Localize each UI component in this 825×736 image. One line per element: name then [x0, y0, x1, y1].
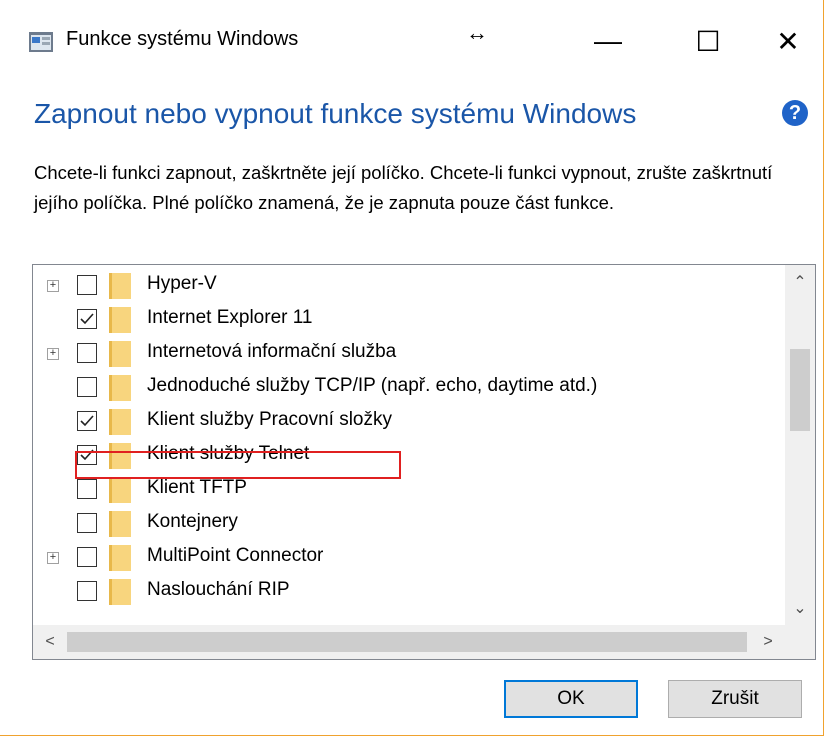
- feature-checkbox[interactable]: [77, 581, 97, 601]
- minimize-icon: —: [594, 25, 622, 56]
- ok-button[interactable]: OK: [504, 680, 638, 718]
- close-icon: ✕: [776, 25, 800, 57]
- folder-icon: [109, 545, 131, 571]
- feature-row[interactable]: Jednoduché služby TCP/IP (např. echo, da…: [33, 371, 785, 405]
- feature-checkbox[interactable]: [77, 513, 97, 533]
- feature-row[interactable]: Internet Explorer 11: [33, 303, 785, 337]
- horizontal-scroll-thumb[interactable]: [67, 632, 747, 652]
- feature-label: Klient služby Telnet: [147, 443, 310, 464]
- checkmark-icon: [80, 313, 94, 325]
- feature-row[interactable]: Klient služby Telnet: [33, 439, 785, 473]
- feature-label: Klient služby Pracovní složky: [147, 409, 392, 430]
- features-tree[interactable]: + Hyper-V Internet Explorer 11 + Internetová…: [32, 264, 816, 660]
- horizontal-scrollbar[interactable]: < >: [33, 625, 785, 659]
- feature-row[interactable]: Klient TFTP: [33, 473, 785, 507]
- resize-cursor-icon: ↔: [466, 20, 488, 45]
- feature-label: MultiPoint Connector: [147, 545, 324, 566]
- feature-label: Hyper-V: [147, 273, 217, 294]
- feature-label: Kontejnery: [147, 511, 238, 532]
- scroll-down-arrow-icon[interactable]: ⌄: [785, 591, 815, 625]
- checkmark-icon: [80, 415, 94, 427]
- close-button[interactable]: ✕: [758, 12, 818, 70]
- folder-icon: [109, 579, 131, 605]
- maximize-button[interactable]: ☐: [678, 12, 738, 70]
- feature-label: Internet Explorer 11: [147, 307, 313, 328]
- feature-row[interactable]: + MultiPoint Connector: [33, 541, 785, 575]
- folder-icon: [109, 341, 131, 367]
- feature-checkbox[interactable]: [77, 275, 97, 295]
- feature-row[interactable]: Kontejnery: [33, 507, 785, 541]
- description-text: Chcete-li funkci zapnout, zaškrtněte jej…: [34, 162, 773, 213]
- feature-checkbox[interactable]: [77, 309, 97, 329]
- scrollbar-corner: [785, 625, 815, 659]
- folder-icon: [109, 273, 131, 299]
- vertical-scrollbar[interactable]: ⌃ ⌄: [785, 265, 815, 625]
- feature-checkbox[interactable]: [77, 479, 97, 499]
- cancel-button[interactable]: Zrušit: [668, 680, 802, 718]
- checkmark-icon: [80, 449, 94, 461]
- minimize-button[interactable]: —: [578, 12, 638, 70]
- folder-icon: [109, 307, 131, 333]
- page-heading: Zapnout nebo vypnout funkce systému Wind…: [34, 98, 637, 129]
- folder-icon: [109, 477, 131, 503]
- feature-checkbox[interactable]: [77, 547, 97, 567]
- feature-label: Klient TFTP: [147, 477, 247, 498]
- folder-icon: [109, 511, 131, 537]
- feature-label: Naslouchání RIP: [147, 579, 290, 600]
- folder-icon: [109, 409, 131, 435]
- feature-row[interactable]: Naslouchání RIP: [33, 575, 785, 609]
- feature-row[interactable]: + Internetová informační služba: [33, 337, 785, 371]
- help-icon[interactable]: ?: [782, 100, 808, 126]
- feature-row[interactable]: Klient služby Pracovní složky: [33, 405, 785, 439]
- vertical-scroll-thumb[interactable]: [790, 349, 810, 431]
- feature-label: Jednoduché služby TCP/IP (např. echo, da…: [147, 375, 598, 396]
- folder-icon: [109, 443, 131, 469]
- feature-label: Internetová informační služba: [147, 341, 397, 362]
- scroll-up-arrow-icon[interactable]: ⌃: [785, 265, 815, 299]
- scroll-left-arrow-icon[interactable]: <: [33, 625, 67, 659]
- feature-checkbox[interactable]: [77, 445, 97, 465]
- expand-plus-icon[interactable]: +: [47, 552, 59, 564]
- maximize-icon: ☐: [695, 25, 721, 57]
- folder-icon: [109, 375, 131, 401]
- expand-plus-icon[interactable]: +: [47, 348, 59, 360]
- expand-plus-icon[interactable]: +: [47, 280, 59, 292]
- feature-checkbox[interactable]: [77, 343, 97, 363]
- feature-row[interactable]: + Hyper-V: [33, 269, 785, 303]
- scroll-right-arrow-icon[interactable]: >: [751, 625, 785, 659]
- dialog-window: Funkce systému Windows ↔ — ☐ ✕ Zapnout n…: [0, 0, 824, 736]
- feature-checkbox[interactable]: [77, 377, 97, 397]
- title-bar[interactable]: Funkce systému Windows ↔ — ☐ ✕: [0, 0, 823, 80]
- feature-checkbox[interactable]: [77, 411, 97, 431]
- window-title: Funkce systému Windows: [66, 28, 299, 50]
- windows-features-icon: [29, 32, 53, 52]
